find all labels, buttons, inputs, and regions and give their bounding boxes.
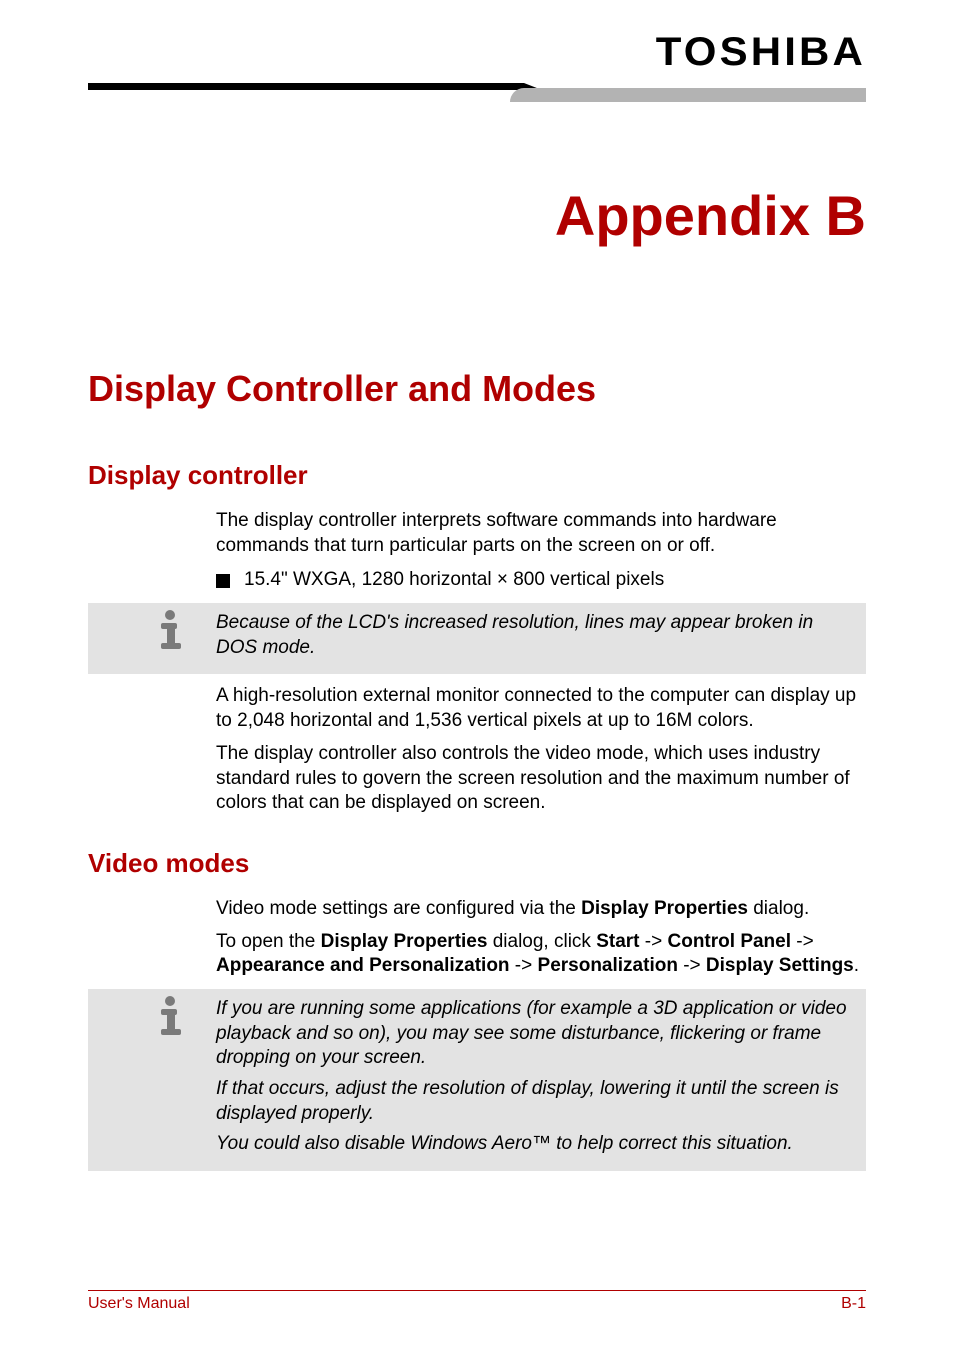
paragraph: Video mode settings are configured via t… xyxy=(216,897,866,979)
note-icon-wrap xyxy=(148,993,198,1037)
note-icon-wrap xyxy=(148,607,198,651)
text-run: -> xyxy=(640,931,668,952)
paragraph-text: The display controller also controls the… xyxy=(216,742,866,816)
note-text: If you are running some applications (fo… xyxy=(216,997,856,1071)
note-text: Because of the LCD's increased resolutio… xyxy=(216,611,856,660)
text-run: -> xyxy=(791,931,814,952)
text-run: . xyxy=(854,955,859,976)
bold-run: Appearance and Personalization xyxy=(216,955,510,976)
text-run: dialog. xyxy=(748,898,809,919)
header-divider xyxy=(88,83,866,103)
brand-logo-text: TOSHIBA xyxy=(49,30,866,75)
footer-left: User's Manual xyxy=(88,1295,190,1313)
text-run: -> xyxy=(678,955,706,976)
bold-run: Start xyxy=(596,931,639,952)
bullet-item: 15.4" WXGA, 1280 horizontal × 800 vertic… xyxy=(216,568,866,593)
info-icon xyxy=(148,993,192,1037)
paragraph-text: A high-resolution external monitor conne… xyxy=(216,684,866,733)
bullet-square-icon xyxy=(216,574,230,588)
divider-dark xyxy=(88,83,524,90)
note-text: If that occurs, adjust the resolution of… xyxy=(216,1077,856,1126)
bold-run: Display Settings xyxy=(706,955,854,976)
text-run: To open the xyxy=(216,931,321,952)
instruction-text: To open the Display Properties dialog, c… xyxy=(216,930,866,979)
text-run: Video mode settings are configured via t… xyxy=(216,898,581,919)
paragraph: A high-resolution external monitor conne… xyxy=(216,684,866,815)
note-text: You could also disable Windows Aero™ to … xyxy=(216,1132,856,1157)
paragraph-text: Video mode settings are configured via t… xyxy=(216,897,866,922)
info-icon xyxy=(148,607,192,651)
subsection-display-controller: Display controller xyxy=(88,460,866,491)
bold-run: Personalization xyxy=(538,955,678,976)
appendix-heading: Appendix B xyxy=(88,183,866,248)
footer-right: B-1 xyxy=(841,1295,866,1313)
page-footer: User's Manual B-1 xyxy=(88,1290,866,1313)
text-run: dialog, click xyxy=(487,931,596,952)
note-callout: If you are running some applications (fo… xyxy=(88,989,866,1171)
note-callout: Because of the LCD's increased resolutio… xyxy=(88,603,866,674)
subsection-video-modes: Video modes xyxy=(88,848,866,879)
paragraph-text: The display controller interprets softwa… xyxy=(216,509,866,558)
bold-run: Control Panel xyxy=(668,931,792,952)
text-run: -> xyxy=(510,955,538,976)
bold-run: Display Properties xyxy=(321,931,488,952)
bold-run: Display Properties xyxy=(581,898,748,919)
bullet-text: 15.4" WXGA, 1280 horizontal × 800 vertic… xyxy=(244,568,664,593)
divider-light xyxy=(524,88,866,102)
section-title: Display Controller and Modes xyxy=(88,368,866,410)
paragraph: The display controller interprets softwa… xyxy=(216,509,866,558)
